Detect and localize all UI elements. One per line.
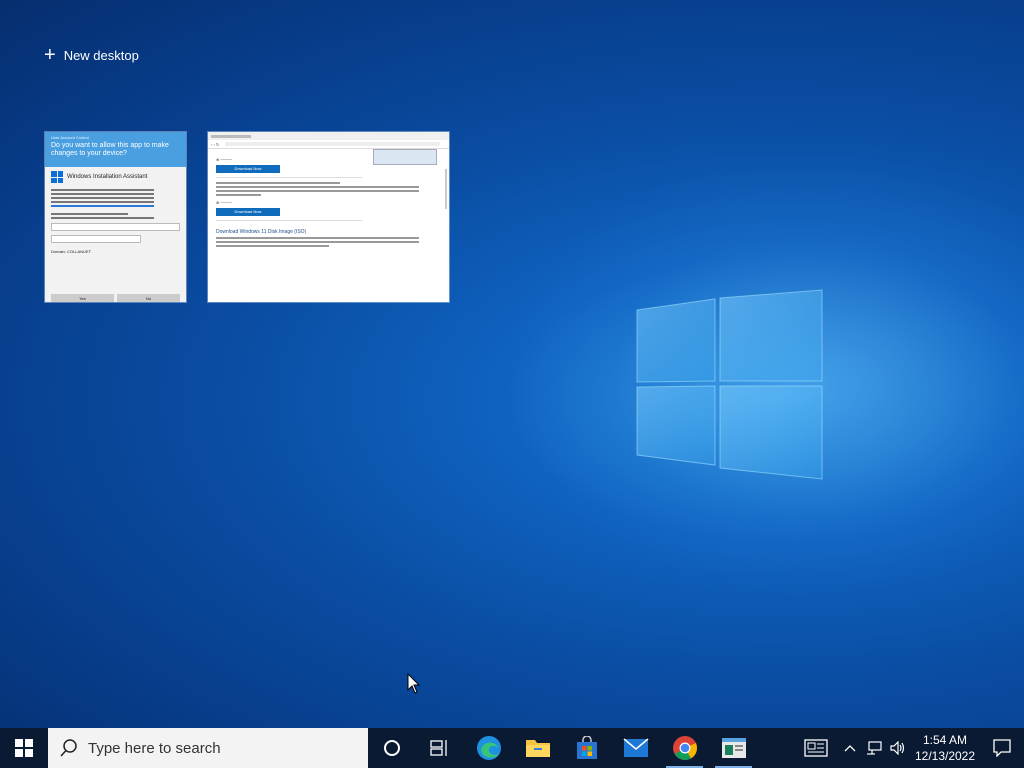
taskbar-search-box[interactable]: Type here to search [48, 728, 368, 768]
browser-scrollbar [445, 169, 447, 209]
system-tray: 1:54 AM 12/13/2022 [794, 728, 1024, 768]
uac-body: Windows Installation Assistant Domain: C… [45, 167, 186, 302]
action-center-button[interactable] [980, 739, 1024, 757]
browser-text-line [216, 241, 419, 243]
uac-domain: Domain: COLLANUET [51, 249, 92, 254]
news-icon [804, 739, 828, 757]
search-placeholder: Type here to search [88, 739, 221, 757]
uac-details [51, 189, 180, 207]
cortana-button[interactable] [368, 728, 416, 768]
taskbar: Type here to search 1:54 AM 12/13/2022 [0, 728, 1024, 768]
uac-title: User Account Control [51, 135, 89, 140]
news-widget-button[interactable] [794, 739, 838, 757]
browser-address-bar: ‹ › ↻ [208, 140, 449, 149]
new-desktop-button[interactable]: + New desktop [44, 44, 139, 66]
uac-prompt-lines [51, 213, 180, 219]
browser-section-heading: Download Windows 11 Disk Image (ISO) [216, 229, 307, 235]
uac-app-name: Windows Installation Assistant [67, 174, 148, 180]
mail-button[interactable] [611, 728, 660, 768]
clock-time: 1:54 AM [922, 733, 968, 747]
cortana-icon [384, 740, 400, 756]
task-view-icon [430, 740, 447, 756]
browser-text-line [216, 194, 261, 196]
browser-text-line [216, 237, 419, 239]
store-icon [576, 736, 597, 759]
browser-info-link: ⊕ ──── [216, 200, 232, 205]
chrome-icon [672, 736, 697, 761]
uac-yes-button[interactable]: Yes [51, 294, 114, 302]
browser-text-line [216, 245, 329, 247]
network-button[interactable] [862, 741, 886, 755]
browser-page-content: ⊕ ──── Download Now ⊕ ──── Download Now … [208, 149, 449, 302]
browser-separator [216, 177, 363, 178]
task-view-window-uac[interactable]: User Account Control Do you want to allo… [45, 132, 186, 302]
clock[interactable]: 1:54 AM 12/13/2022 [910, 732, 980, 764]
task-view-button[interactable] [416, 728, 464, 768]
windows-start-icon [15, 739, 33, 757]
show-hidden-icons-button[interactable] [838, 744, 862, 752]
mouse-cursor-icon [407, 673, 421, 694]
uac-question: Do you want to allow this app to make ch… [51, 142, 169, 157]
browser-text-line [216, 182, 340, 184]
browser-tab [211, 134, 251, 138]
network-icon [867, 741, 882, 755]
windows-wallpaper-logo [636, 289, 823, 480]
installer-button[interactable] [709, 728, 758, 768]
plus-icon: + [44, 44, 56, 66]
uac-header: User Account Control Do you want to allo… [45, 132, 186, 167]
folder-icon [525, 740, 550, 757]
file-explorer-button[interactable] [513, 728, 562, 768]
windows-logo-icon [51, 171, 63, 183]
browser-tab-strip [208, 132, 449, 140]
mail-icon [623, 738, 648, 757]
microsoft-store-button[interactable] [562, 728, 611, 768]
browser-download-button-1: Download Now [216, 165, 280, 173]
browser-url-field [225, 142, 440, 146]
clock-date: 12/13/2022 [914, 749, 976, 763]
browser-nav-icons: ‹ › ↻ [211, 141, 220, 147]
edge-icon [476, 736, 501, 760]
uac-username-field[interactable] [51, 223, 180, 231]
uac-buttons: Yes No [51, 294, 180, 302]
installer-window-icon [721, 738, 746, 758]
start-button[interactable] [0, 728, 48, 768]
volume-button[interactable] [886, 741, 910, 755]
chrome-button[interactable] [660, 728, 709, 768]
browser-download-button-2: Download Now [216, 208, 280, 216]
uac-app-row: Windows Installation Assistant [51, 171, 180, 183]
chevron-up-icon [844, 745, 856, 752]
browser-separator [216, 220, 363, 221]
browser-hero-image [373, 149, 437, 165]
browser-text-line [216, 190, 419, 192]
edge-button[interactable] [464, 728, 513, 768]
speaker-icon [890, 741, 905, 755]
browser-text-line [216, 186, 419, 188]
new-desktop-label: New desktop [63, 47, 139, 63]
search-icon [60, 739, 77, 757]
uac-no-button[interactable]: No [117, 294, 180, 302]
task-view-window-browser[interactable]: ‹ › ↻ ⊕ ──── Download Now ⊕ ──── Downloa… [208, 132, 449, 302]
uac-password-field[interactable] [51, 235, 142, 243]
notification-icon [993, 739, 1011, 757]
